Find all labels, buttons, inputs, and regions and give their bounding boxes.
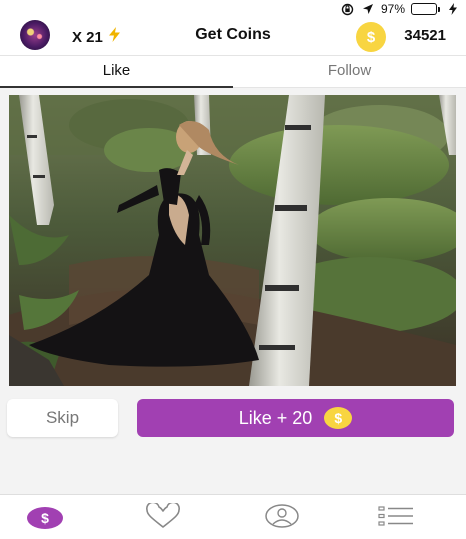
tab-like[interactable]: Like <box>0 56 233 88</box>
nav-likes[interactable] <box>143 501 183 534</box>
coin-icon: $ <box>324 407 353 429</box>
battery-percent: 97% <box>380 2 405 16</box>
tab-bar: Like Follow <box>0 55 466 88</box>
heart-icon <box>145 501 181 534</box>
location-arrow-icon <box>361 2 375 16</box>
nav-menu[interactable] <box>376 505 416 531</box>
charging-bolt-icon <box>446 2 460 16</box>
like-button[interactable]: Like + 20 $ <box>137 399 454 437</box>
status-bar: 97% <box>0 0 466 18</box>
nav-coins[interactable]: $ <box>25 505 65 531</box>
list-icon <box>377 505 415 532</box>
like-button-label: Like + 20 <box>238 407 313 428</box>
bottom-nav: $ <box>0 494 466 539</box>
coins-icon: $ <box>27 507 63 529</box>
post-photo <box>9 95 456 386</box>
header: X 21 Get Coins $ 34521 <box>0 18 466 54</box>
coin-balance: 34521 <box>404 27 446 44</box>
page-title: Get Coins <box>195 26 271 43</box>
profile-icon <box>264 503 300 534</box>
tab-follow[interactable]: Follow <box>233 56 466 87</box>
nav-profile[interactable] <box>262 503 302 534</box>
coin-icon: $ <box>356 22 386 52</box>
screen-rotation-lock-icon <box>341 2 355 16</box>
skip-button[interactable]: Skip <box>7 399 118 437</box>
status-indicators: 97% <box>341 2 460 16</box>
battery-icon <box>411 3 440 15</box>
